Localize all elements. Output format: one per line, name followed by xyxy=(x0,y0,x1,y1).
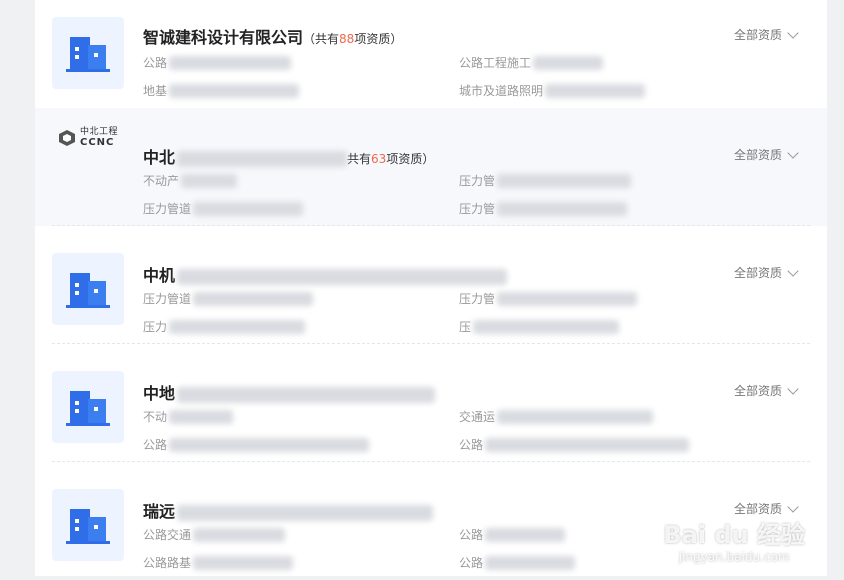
company-name[interactable]: 瑞远 xyxy=(143,498,434,522)
chevron-down-icon xyxy=(787,26,799,39)
company-logo xyxy=(52,17,124,89)
building-icon xyxy=(66,37,110,72)
ccnc-mark-icon xyxy=(58,130,75,146)
company-logo xyxy=(52,489,124,561)
list-item[interactable]: 中地 全部资质 不动 交通运 公路 公路 xyxy=(35,344,827,462)
qualification-item: 公路路基 xyxy=(143,554,294,571)
company-name[interactable]: 中机 xyxy=(143,262,508,286)
qualification-count: 共有63项资质） xyxy=(347,152,435,166)
company-name[interactable]: 中地 xyxy=(143,380,436,404)
list-item[interactable]: 智诚建科设计有限公司（共有88项资质） 全部资质 公路 公路工程施工 地基 城市… xyxy=(35,0,827,118)
qualification-item: 公路 xyxy=(459,554,576,571)
qualification-item: 压力管 xyxy=(459,172,632,189)
qualification-item: 公路 xyxy=(143,54,292,71)
qualification-item: 交通运 xyxy=(459,408,654,425)
qualification-item: 城市及道路照明 xyxy=(459,82,646,99)
company-name[interactable]: 智诚建科设计有限公司（共有88项资质） xyxy=(143,24,402,48)
company-list: 智诚建科设计有限公司（共有88项资质） 全部资质 公路 公路工程施工 地基 城市… xyxy=(35,0,827,576)
chevron-down-icon xyxy=(787,382,799,395)
qualification-item: 公路 xyxy=(459,526,566,543)
qualification-item: 不动产 xyxy=(143,172,238,189)
company-logo xyxy=(52,253,124,325)
qualification-item: 公路交通 xyxy=(143,526,286,543)
qualification-item: 公路 xyxy=(143,436,370,453)
baidu-watermark: Bai du 经验 jingyan.baidu.com xyxy=(663,521,805,564)
qualification-item: 公路工程施工 xyxy=(459,54,604,71)
qualification-item: 压力管道 xyxy=(143,200,304,217)
all-qualifications-button[interactable]: 全部资质 xyxy=(734,146,799,163)
qualification-item: 地基 xyxy=(143,82,300,99)
building-icon xyxy=(66,509,110,544)
company-logo: 中北工程 CCNC xyxy=(52,120,124,192)
building-icon xyxy=(66,273,110,308)
qualification-item: 压力管道 xyxy=(143,290,314,307)
qualification-item: 压 xyxy=(459,318,620,335)
all-qualifications-button[interactable]: 全部资质 xyxy=(734,382,799,399)
company-name[interactable]: 中北 共有63项资质） xyxy=(143,144,434,168)
all-qualifications-button[interactable]: 全部资质 xyxy=(734,264,799,281)
qualification-item: 压力 xyxy=(143,318,306,335)
company-logo xyxy=(52,371,124,443)
qualification-item: 压力管 xyxy=(459,290,638,307)
building-icon xyxy=(66,391,110,426)
qualification-item: 公路 xyxy=(459,436,690,453)
qualification-item: 不动 xyxy=(143,408,234,425)
all-qualifications-button[interactable]: 全部资质 xyxy=(734,26,799,43)
qualification-item: 压力管 xyxy=(459,200,628,217)
list-item[interactable]: 中机 全部资质 压力管道 压力管 压力 压 xyxy=(35,226,827,344)
list-item[interactable]: 中北工程 CCNC 中北 共有63项资质） 全部资质 不动产 压力管 压力管道 压… xyxy=(35,108,827,226)
chevron-down-icon xyxy=(787,264,799,277)
chevron-down-icon xyxy=(787,146,799,159)
qualification-count: （共有88项资质） xyxy=(303,32,403,46)
chevron-down-icon xyxy=(787,500,799,513)
